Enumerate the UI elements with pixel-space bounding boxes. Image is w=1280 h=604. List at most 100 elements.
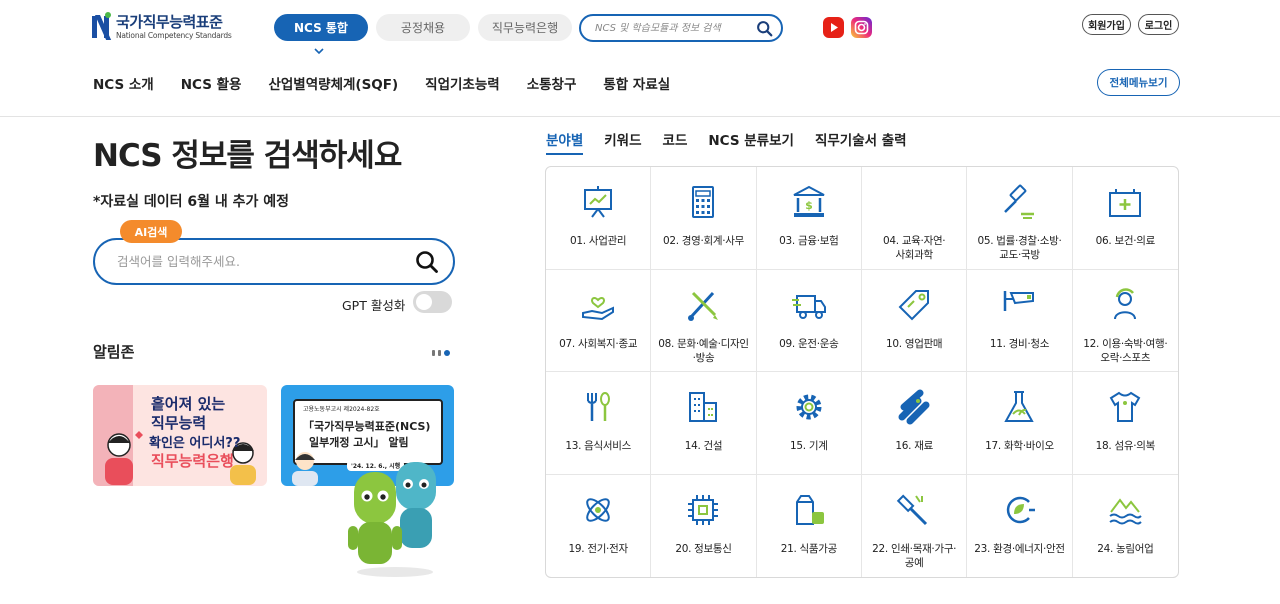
nav-sqf[interactable]: 산업별역량체계(SQF) bbox=[268, 73, 398, 93]
category-20-information-communication[interactable]: 20. 정보통신 bbox=[651, 474, 757, 577]
category-02-management-accounting[interactable]: 02. 경영·회계·사무 bbox=[651, 167, 757, 270]
category-label: 07. 사회복지·종교 bbox=[559, 337, 638, 350]
category-24-agriculture-fishery[interactable]: 24. 농림어업 bbox=[1073, 475, 1178, 578]
category-label: 04. 교육·자연· 사회과학 bbox=[882, 235, 946, 262]
search-icon[interactable] bbox=[756, 20, 773, 37]
mountain-water-icon bbox=[1109, 497, 1143, 524]
pause-icon[interactable] bbox=[438, 350, 441, 356]
chip-icon bbox=[688, 494, 719, 525]
category-14-construction[interactable]: 14. 건설 bbox=[651, 372, 757, 475]
category-label: 20. 정보통신 bbox=[675, 542, 732, 555]
svg-text:$: $ bbox=[805, 199, 813, 212]
category-03-finance-insurance[interactable]: $ 03. 금융·보험 bbox=[756, 167, 862, 270]
category-19-electric-electronics[interactable]: 19. 전기·전자 bbox=[546, 474, 652, 577]
banner2-line1: 「국가직무능력표준(NCS) bbox=[303, 420, 431, 433]
logo-english: National Competency Standards bbox=[116, 30, 232, 40]
instagram-icon[interactable] bbox=[851, 17, 872, 38]
gpt-toggle-label: GPT 활성화 bbox=[342, 298, 406, 313]
nav-communication[interactable]: 소통창구 bbox=[527, 73, 577, 93]
person-illustration-icon bbox=[292, 452, 318, 486]
category-06-health-medical[interactable]: 06. 보건·의료 bbox=[1072, 167, 1178, 270]
category-label: 01. 사업관리 bbox=[570, 235, 627, 247]
category-21-food-processing[interactable]: 21. 식품가공 bbox=[757, 474, 862, 577]
category-label: 02. 경영·회계·사무 bbox=[662, 235, 745, 247]
category-18-textile-apparel[interactable]: 18. 섬유·의복 bbox=[1072, 372, 1178, 475]
category-04-education-science[interactable]: 04. 교육·자연· 사회과학 bbox=[862, 167, 968, 270]
category-23-environment-energy-safety[interactable]: 23. 환경·에너지·안전 bbox=[967, 474, 1073, 577]
login-button[interactable]: 로그인 bbox=[1138, 14, 1179, 35]
ai-search-badge[interactable]: AI검색 bbox=[120, 220, 182, 243]
tab-code[interactable]: 코드 bbox=[663, 129, 688, 155]
all-menu-button[interactable]: 전체메뉴보기 bbox=[1097, 69, 1180, 96]
page-title: NCS 정보를 검색하세요 bbox=[93, 138, 402, 174]
data-notice: *자료실 데이터 6월 내 추가 예정 bbox=[93, 194, 289, 210]
hand-heart-icon bbox=[582, 296, 615, 320]
category-label: 08. 문화·예술·디자인 ·방송 bbox=[658, 337, 749, 364]
carousel-pager bbox=[432, 350, 450, 356]
tab-competency-bank[interactable]: 직무능력은행 bbox=[478, 14, 572, 41]
nav-resource-room[interactable]: 통합 자료실 bbox=[603, 73, 670, 93]
tab-keyword[interactable]: 키워드 bbox=[604, 129, 641, 155]
category-07-social-welfare[interactable]: 07. 사회복지·종교 bbox=[546, 269, 652, 372]
chevron-down-icon bbox=[314, 48, 324, 55]
shirt-icon bbox=[1109, 391, 1141, 422]
person-icon bbox=[1114, 287, 1137, 319]
signup-button[interactable]: 회원가입 bbox=[1082, 14, 1131, 35]
first-aid-kit-icon bbox=[1109, 189, 1142, 217]
category-16-materials[interactable]: 16. 재료 bbox=[862, 372, 968, 475]
site-header: 국가직무능력표준 National Competency Standards N… bbox=[0, 0, 1280, 117]
top-service-tabs: NCS 통합 공정채용 직무능력은행 bbox=[274, 14, 572, 41]
gpt-toggle-switch[interactable] bbox=[413, 291, 452, 313]
person-illustration-icon bbox=[105, 431, 143, 485]
category-12-leisure-sports[interactable]: 12. 이용·숙박·여행· 오락·스포츠 bbox=[1072, 270, 1178, 372]
category-17-chemistry-bio[interactable]: 17. 화학·바이오 bbox=[967, 372, 1073, 475]
hammer-icon bbox=[896, 494, 928, 525]
category-label: 19. 전기·전자 bbox=[568, 542, 629, 555]
category-08-culture-arts-design[interactable]: 08. 문화·예술·디자인 ·방송 bbox=[651, 269, 757, 372]
category-tabs: 분야별 키워드 코드 NCS 분류보기 직무기술서 출력 bbox=[546, 129, 928, 155]
youtube-icon[interactable] bbox=[823, 17, 844, 38]
atom-icon bbox=[586, 497, 610, 522]
ncs-logo-mark-icon bbox=[92, 12, 112, 40]
notice-zone-title: 알림존 bbox=[93, 343, 135, 361]
category-01-business-management[interactable]: 01. 사업관리 bbox=[546, 167, 652, 270]
category-label: 21. 식품가공 bbox=[780, 542, 838, 555]
nav-ncs-intro[interactable]: NCS 소개 bbox=[93, 73, 154, 93]
banner1-line1: 흩어져 있는 bbox=[151, 395, 226, 413]
cctv-icon bbox=[1004, 290, 1035, 311]
main-search-input[interactable] bbox=[117, 254, 415, 269]
fork-spoon-icon bbox=[587, 392, 611, 421]
category-05-law-police-defense[interactable]: 05. 법률·경찰·소방· 교도·국방 bbox=[967, 167, 1073, 270]
banner2-tag: 고용노동부고시 제2024-82호 bbox=[303, 406, 380, 413]
logo-korean: 국가직무능력표준 bbox=[116, 12, 223, 31]
category-11-security-cleaning[interactable]: 11. 경비·청소 bbox=[967, 269, 1073, 372]
nav-basic-competency[interactable]: 직업기초능력 bbox=[425, 73, 500, 93]
building-icon bbox=[689, 392, 718, 422]
category-22-printing-wood-craft[interactable]: 22. 인쇄·목재·가구· 공예 bbox=[862, 474, 968, 577]
category-10-sales[interactable]: 10. 영업판매 bbox=[862, 269, 968, 372]
flask-icon bbox=[1004, 391, 1035, 422]
header-search-input[interactable] bbox=[595, 22, 756, 34]
tab-job-description-print[interactable]: 직무기술서 출력 bbox=[815, 129, 907, 155]
search-icon[interactable] bbox=[415, 250, 439, 274]
category-13-food-service[interactable]: 13. 음식서비스 bbox=[546, 372, 652, 475]
ncs-logo[interactable]: 국가직무능력표준 National Competency Standards bbox=[92, 12, 232, 40]
banner-competency-bank[interactable]: 흩어져 있는 직무능력 확인은 어디서?? 직무능력은행 bbox=[93, 385, 267, 486]
food-package-icon bbox=[795, 494, 824, 525]
category-label: 11. 경비·청소 bbox=[989, 337, 1050, 350]
presentation-board-icon bbox=[584, 186, 613, 218]
nav-ncs-usage[interactable]: NCS 활용 bbox=[181, 73, 242, 93]
tab-classification[interactable]: NCS 분류보기 bbox=[708, 129, 794, 155]
pause-icon[interactable] bbox=[432, 350, 435, 356]
tab-by-field[interactable]: 분야별 bbox=[546, 129, 584, 155]
category-15-machinery[interactable]: 15. 기계 bbox=[756, 372, 862, 475]
banner2-line2: 일부개정 고시」 알림 bbox=[309, 436, 409, 449]
tab-ncs-integrated[interactable]: NCS 통합 bbox=[274, 14, 368, 41]
category-09-driving-transport[interactable]: 09. 운전·운송 bbox=[756, 269, 862, 372]
category-label: 10. 영업판매 bbox=[886, 337, 943, 350]
category-label: 06. 보건·의료 bbox=[1095, 235, 1156, 247]
tab-fair-hiring[interactable]: 공정채용 bbox=[376, 14, 470, 41]
category-label: 23. 환경·에너지·안전 bbox=[974, 542, 1065, 555]
brush-pencil-icon bbox=[688, 291, 719, 321]
carousel-dot-active[interactable] bbox=[444, 350, 450, 356]
